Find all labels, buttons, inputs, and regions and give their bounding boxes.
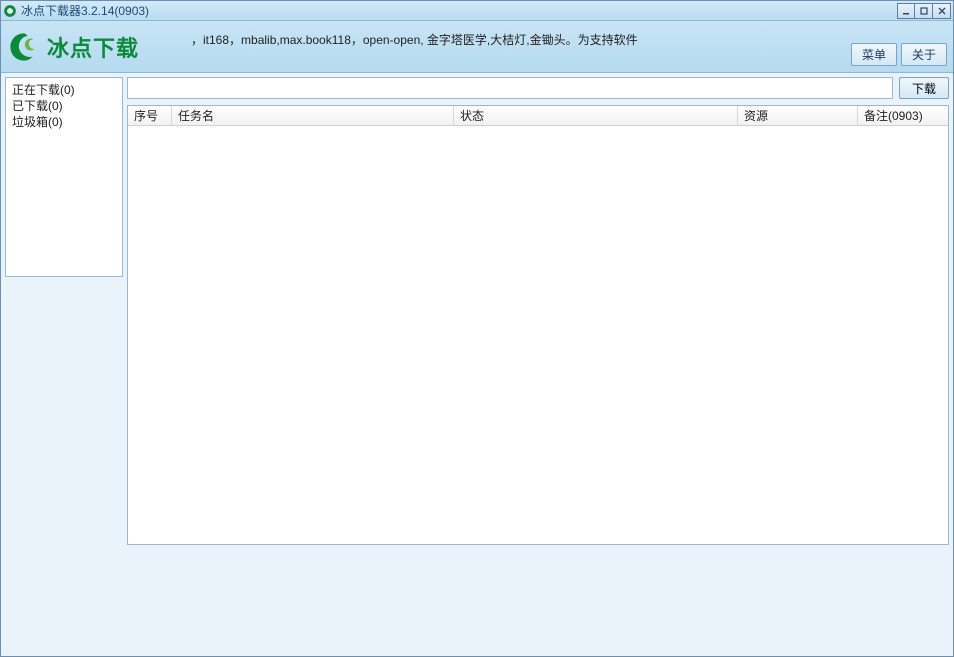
window-title: 冰点下载器3.2.14(0903) bbox=[21, 2, 897, 19]
about-button[interactable]: 关于 bbox=[901, 43, 947, 66]
column-resource[interactable]: 资源 bbox=[738, 106, 858, 125]
marquee-text: ，it168，mbalib,max.book118，open-open, 金字塔… bbox=[191, 31, 638, 48]
app-icon bbox=[3, 4, 17, 18]
app-header: 冰点下载 ，it168，mbalib,max.book118，open-open… bbox=[1, 21, 953, 73]
url-row: 下载 bbox=[127, 77, 949, 99]
titlebar: 冰点下载器3.2.14(0903) bbox=[1, 1, 953, 21]
table-body[interactable] bbox=[128, 126, 948, 544]
column-task-name[interactable]: 任务名 bbox=[172, 106, 454, 125]
column-status[interactable]: 状态 bbox=[454, 106, 738, 125]
table-header: 序号 任务名 状态 资源 备注(0903) bbox=[128, 106, 948, 126]
minimize-button[interactable] bbox=[897, 3, 915, 19]
maximize-button[interactable] bbox=[915, 3, 933, 19]
sidebar: 正在下载(0) 已下载(0) 垃圾箱(0) bbox=[1, 73, 127, 656]
column-note[interactable]: 备注(0903) bbox=[858, 106, 948, 125]
content-area: 正在下载(0) 已下载(0) 垃圾箱(0) 下载 序号 任务名 状态 资源 备注… bbox=[1, 73, 953, 656]
header-buttons: 菜单 关于 bbox=[851, 43, 947, 66]
url-input[interactable] bbox=[127, 77, 893, 99]
main-panel: 下载 序号 任务名 状态 资源 备注(0903) bbox=[127, 73, 953, 656]
download-button[interactable]: 下载 bbox=[899, 77, 949, 99]
app-name: 冰点下载 bbox=[47, 31, 139, 63]
window-controls bbox=[897, 3, 951, 19]
task-table: 序号 任务名 状态 资源 备注(0903) bbox=[127, 105, 949, 545]
logo-area: 冰点下载 bbox=[7, 30, 139, 64]
menu-button[interactable]: 菜单 bbox=[851, 43, 897, 66]
sidebar-item-downloading[interactable]: 正在下载(0) bbox=[12, 82, 116, 98]
close-button[interactable] bbox=[933, 3, 951, 19]
column-index[interactable]: 序号 bbox=[128, 106, 172, 125]
logo-icon bbox=[7, 30, 41, 64]
sidebar-item-trash[interactable]: 垃圾箱(0) bbox=[12, 114, 116, 130]
sidebar-item-downloaded[interactable]: 已下载(0) bbox=[12, 98, 116, 114]
sidebar-list: 正在下载(0) 已下载(0) 垃圾箱(0) bbox=[5, 77, 123, 277]
